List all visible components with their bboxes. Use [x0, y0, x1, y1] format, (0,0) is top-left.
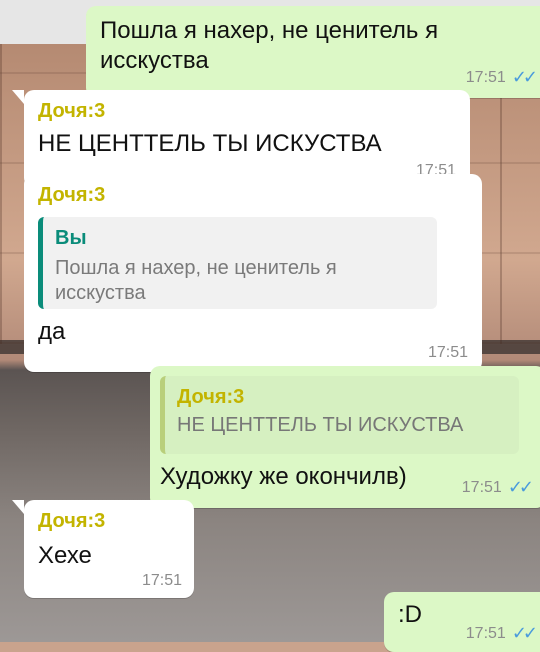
message-bubble-incoming[interactable]: Дочя:3 Вы Пошла я нахер, не ценитель я и…	[24, 174, 482, 372]
message-bubble-outgoing[interactable]: :D 17:51 ✓✓	[384, 592, 540, 652]
message-bubble-outgoing[interactable]: Пошла я нахер, не ценитель я исскуства 1…	[86, 6, 540, 98]
message-sender: Дочя:3	[38, 510, 106, 532]
reply-quote[interactable]: Дочя:3 НЕ ЦЕНТТЕЛЬ ТЫ ИСКУСТВА	[160, 376, 519, 454]
message-meta: 17:51 ✓✓	[461, 477, 534, 498]
message-time: 17:51	[465, 68, 506, 86]
message-text: НЕ ЦЕНТТЕЛЬ ТЫ ИСКУСТВА	[38, 130, 382, 157]
double-check-icon: ✓✓	[511, 67, 538, 87]
message-bubble-outgoing[interactable]: Дочя:3 НЕ ЦЕНТТЕЛЬ ТЫ ИСКУСТВА Художку ж…	[150, 366, 540, 508]
message-text: Пошла я нахер, не ценитель я исскуства	[100, 17, 439, 74]
message-time: 17:51	[141, 572, 182, 589]
double-check-icon: ✓✓	[511, 623, 538, 643]
quote-sender: Вы	[55, 227, 87, 249]
message-time: 17:51	[461, 478, 502, 496]
message-bubble-incoming[interactable]: Дочя:3 Хехе 17:51	[12, 500, 194, 598]
reply-quote[interactable]: Вы Пошла я нахер, не ценитель я исскуств…	[38, 217, 437, 309]
message-meta: 17:51	[142, 572, 182, 590]
message-meta: 17:51	[428, 344, 468, 362]
message-sender: Дочя:3	[38, 100, 106, 122]
message-text: да	[38, 318, 66, 345]
message-meta: 17:51 ✓✓	[465, 623, 538, 644]
double-check-icon: ✓✓	[507, 477, 534, 497]
message-sender: Дочя:3	[38, 184, 106, 206]
quote-text: НЕ ЦЕНТТЕЛЬ ТЫ ИСКУСТВА	[177, 414, 464, 436]
message-meta: 17:51 ✓✓	[465, 67, 538, 88]
quote-text: Пошла я нахер, не ценитель я исскуства	[55, 257, 337, 304]
message-text: Хехе	[38, 542, 92, 569]
message-time: 17:51	[465, 624, 506, 642]
message-time: 17:51	[427, 344, 468, 361]
quote-sender: Дочя:3	[177, 386, 245, 408]
